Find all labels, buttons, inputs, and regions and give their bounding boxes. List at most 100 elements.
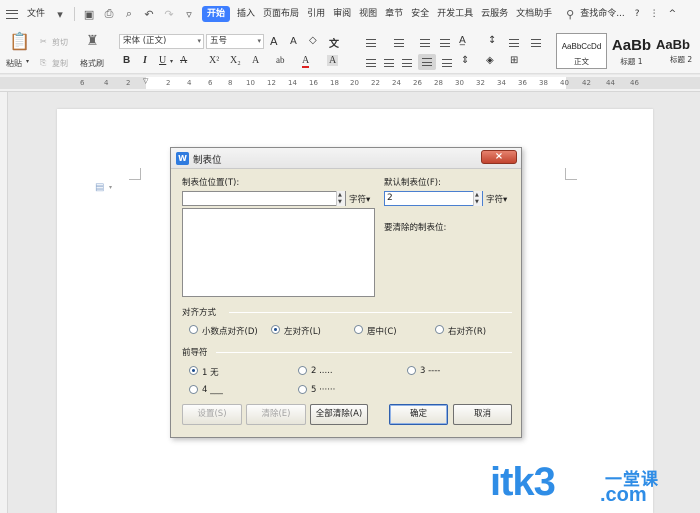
align-right-radio[interactable] [435,325,444,334]
align-decimal-radio[interactable] [189,325,198,334]
font-color-icon[interactable]: A [302,55,310,68]
align-center-label[interactable]: 居中(C) [367,325,397,337]
align-left-icon[interactable] [366,59,376,67]
leader-none-label[interactable]: 1 无 [202,366,219,378]
line-spacing-icon[interactable] [531,39,541,47]
print-icon[interactable]: ⎙ [103,7,115,20]
cut-button[interactable]: 剪切 [52,37,68,48]
tab-references[interactable]: 引用 [303,0,329,28]
ok-button[interactable]: 确定 [389,404,448,425]
search-icon[interactable]: ⚲ [564,8,576,21]
align-right-label[interactable]: 右对齐(R) [448,325,486,337]
chevron-down-icon[interactable]: ▾ [54,8,66,21]
leader-underline-label[interactable]: 4 ___ [202,385,223,395]
style-normal[interactable]: AaBbCcDd 正文 [556,33,607,69]
align-center-icon[interactable] [384,59,394,67]
spin-down-icon[interactable]: ▼ [338,199,342,205]
increase-indent-icon[interactable] [440,39,450,47]
font-name-select[interactable]: 宋体 (正文) ▾ [119,34,204,49]
text-effect-icon[interactable]: A [252,55,259,66]
strikethrough-icon[interactable]: A [180,55,187,66]
file-menu[interactable]: 文件 [22,0,50,28]
align-right-icon[interactable] [402,59,412,67]
set-button[interactable]: 设置(S) [182,404,242,425]
leader-middle-dots-radio[interactable] [298,385,307,394]
italic-icon[interactable]: I [143,55,147,66]
copy-button[interactable]: 复制 [52,58,68,69]
spin-down-icon[interactable]: ▼ [475,199,479,205]
chinese-layout-icon[interactable]: A̲ [459,35,466,46]
customize-icon[interactable]: ▿ [183,8,195,21]
paragraph-spacing-icon[interactable]: ⇕ [461,55,469,66]
sort-icon[interactable]: ↕ [488,35,496,46]
save-icon[interactable]: ▣ [83,8,95,21]
copy-icon[interactable]: ⎘ [40,58,46,68]
borders-icon[interactable]: ⊞ [510,55,518,66]
tab-page-layout[interactable]: 页面布局 [259,0,303,28]
tab-sections[interactable]: 章节 [381,0,407,28]
bold-icon[interactable]: B [123,55,130,66]
menu-icon[interactable] [6,9,18,19]
highlight-icon[interactable]: ab [276,55,285,65]
clear-button[interactable]: 清除(E) [246,404,306,425]
tab-doc-assistant[interactable]: 文档助手 [512,0,556,28]
tab-developer[interactable]: 开发工具 [433,0,477,28]
chevron-down-icon[interactable]: ▾ [170,58,173,65]
leader-dashes-label[interactable]: 3 ---- [420,366,440,376]
distributed-icon[interactable] [442,59,452,67]
tab-review[interactable]: 审阅 [329,0,355,28]
undo-icon[interactable]: ↶ [143,8,155,21]
tab-security[interactable]: 安全 [407,0,433,28]
chevron-down-icon[interactable]: ▾ [26,58,29,65]
align-center-radio[interactable] [354,325,363,334]
numbered-list-icon[interactable] [394,39,404,47]
default-tab-spinner[interactable]: ▲ ▼ [473,191,482,206]
shading-icon[interactable]: ◈ [486,55,494,66]
leader-dots-radio[interactable] [298,366,307,375]
bullet-list-icon[interactable] [366,39,376,47]
horizontal-ruler[interactable]: 6 4 2 ▽ 2 4 6 8 10 12 14 16 18 20 22 24 … [0,75,700,92]
superscript-icon[interactable]: X² [209,55,219,66]
dialog-title-bar[interactable]: W 制表位 × [171,148,521,169]
command-search[interactable]: 查找命令... [580,0,630,28]
format-painter-button[interactable]: 格式刷 [80,58,104,69]
tab-position-input[interactable] [182,191,346,206]
font-size-select[interactable]: 五号 ▾ [206,34,264,49]
default-tab-input[interactable]: 2 [384,191,483,206]
help-button[interactable]: ? [630,0,645,28]
leader-none-radio[interactable] [189,366,198,375]
char-shading-icon[interactable]: A [327,55,339,66]
style-heading-2[interactable]: AaBb 标题 2 [656,33,700,69]
spin-up-icon[interactable]: ▲ [475,192,479,198]
show-marks-icon[interactable] [509,39,519,47]
leader-middle-dots-label[interactable]: 5 ······ [311,385,335,395]
default-tab-unit[interactable]: 字符▾ [486,193,507,205]
tab-position-unit[interactable]: 字符▾ [349,193,370,205]
phonetic-guide-icon[interactable]: 文 [329,35,339,50]
paste-button[interactable]: 粘贴 [6,58,22,69]
tab-insert[interactable]: 插入 [233,0,259,28]
tab-position-spinner[interactable]: ▲ ▼ [336,191,345,206]
redo-icon[interactable]: ↷ [163,8,175,21]
style-heading-1[interactable]: AaBb 标题 1 [606,33,657,69]
more-button[interactable]: ⋮ [645,0,664,28]
leader-dashes-radio[interactable] [407,366,416,375]
align-left-radio[interactable] [271,325,280,334]
format-painter-icon[interactable]: ♜ [86,33,99,49]
paragraph-icon[interactable]: ▤ [95,182,104,193]
collapse-ribbon-button[interactable]: ^ [664,0,682,28]
paste-icon[interactable]: 📋 [9,32,30,52]
print-preview-icon[interactable]: ⌕ [123,7,135,20]
clear-format-icon[interactable]: ◇ [309,35,317,46]
justify-button[interactable] [418,54,436,70]
cut-icon[interactable]: ✂ [40,37,47,46]
align-decimal-label[interactable]: 小数点对齐(D) [202,325,258,337]
spin-up-icon[interactable]: ▲ [338,192,342,198]
underline-icon[interactable]: U [159,55,166,66]
grow-font-icon[interactable]: A [270,35,278,48]
align-left-label[interactable]: 左对齐(L) [284,325,321,337]
leader-underline-radio[interactable] [189,385,198,394]
tab-cloud[interactable]: 云服务 [477,0,512,28]
tab-position-list[interactable] [182,208,375,297]
shrink-font-icon[interactable]: A [290,36,297,47]
